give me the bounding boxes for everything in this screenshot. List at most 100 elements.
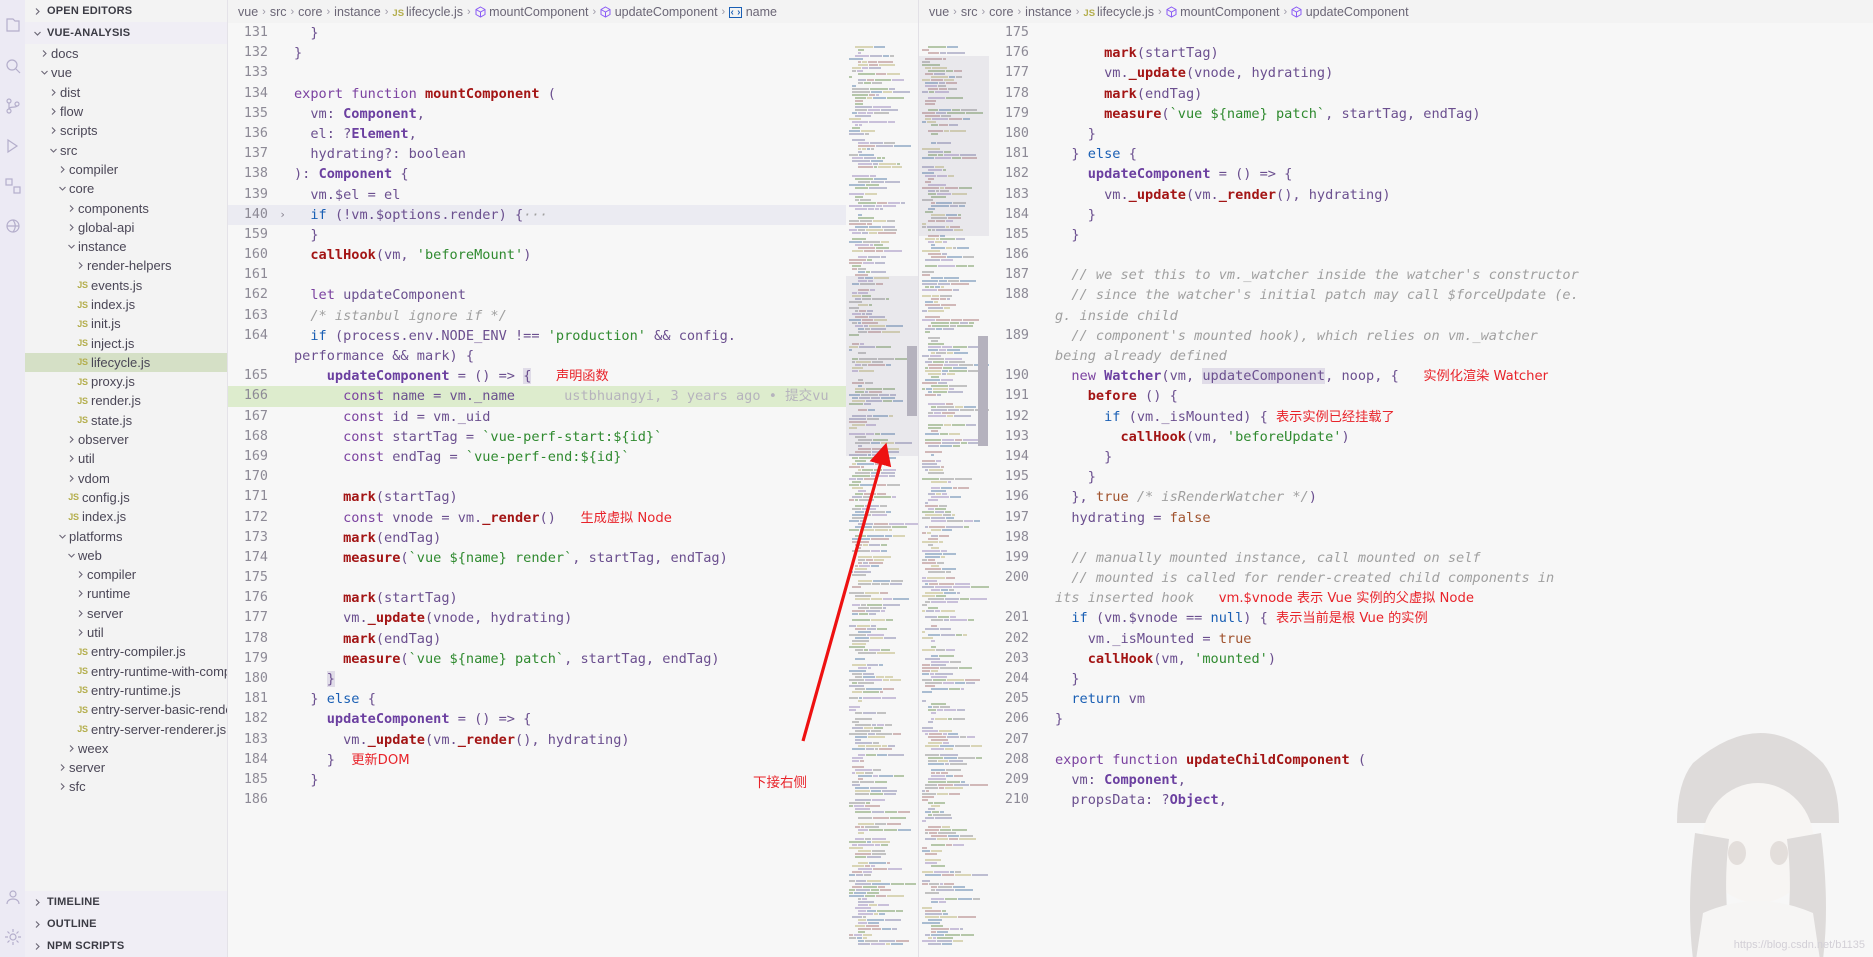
code-line[interactable]: 139 vm.$el = el [228, 185, 918, 205]
tree-folder-web[interactable]: web [25, 546, 227, 565]
code-line[interactable]: 135 vm: Component, [228, 104, 918, 124]
tree-folder-core[interactable]: core [25, 179, 227, 198]
code-line[interactable]: 177 vm._update(vnode, hydrating) [989, 63, 1873, 83]
breadcrumb-item[interactable]: updateComponent [600, 5, 718, 19]
code-line[interactable]: 182 updateComponent = () => { [989, 164, 1873, 184]
tree-file-lifecycle.js[interactable]: JS lifecycle.js [25, 352, 227, 373]
fold-indicator[interactable]: › [276, 205, 289, 225]
tree-folder-dist[interactable]: dist [25, 83, 227, 102]
code-line[interactable]: 166 const name = vm._name ustbhuangyi, 3… [228, 386, 918, 407]
code-line[interactable]: 184 } 更新DOM [228, 750, 918, 770]
breadcrumb-item[interactable]: vue [238, 5, 258, 19]
tree-folder-server[interactable]: server [25, 758, 227, 777]
code-line[interactable]: 189 // component's mounted hook), which … [989, 326, 1873, 366]
timeline-section[interactable]: TIMELINE [25, 891, 227, 913]
tree-folder-scripts[interactable]: scripts [25, 121, 227, 140]
tree-folder-weex[interactable]: weex [25, 739, 227, 758]
code-line[interactable]: 162 let updateComponent [228, 285, 918, 305]
tree-folder-instance[interactable]: instance [25, 237, 227, 256]
code-line[interactable]: 131 } [228, 23, 918, 43]
code-line[interactable]: 191 before () { [989, 386, 1873, 406]
code-line[interactable]: 137 hydrating?: boolean [228, 144, 918, 164]
breadcrumb-item[interactable]: vue [929, 5, 949, 19]
tree-file-state.js[interactable]: JS state.js [25, 411, 227, 430]
tree-folder-render-helpers[interactable]: render-helpers [25, 256, 227, 275]
code-line[interactable]: 200 // mounted is called for render-crea… [989, 568, 1873, 608]
code-line[interactable]: 132} [228, 43, 918, 63]
tree-file-render.js[interactable]: JS render.js [25, 391, 227, 410]
source-control-icon[interactable] [2, 86, 24, 126]
code-line[interactable]: 180 } [228, 669, 918, 689]
code-line[interactable]: 210 propsData: ?Object, [989, 790, 1873, 810]
tree-folder-global-api[interactable]: global-api [25, 218, 227, 237]
tree-folder-vdom[interactable]: vdom [25, 469, 227, 488]
tree-folder-sfc[interactable]: sfc [25, 777, 227, 796]
breadcrumb-item[interactable]: src [961, 5, 978, 19]
code-line[interactable]: 134 export function mountComponent ( [228, 84, 918, 104]
code-line[interactable]: 179 measure(`vue ${name} patch`, startTa… [989, 104, 1873, 124]
breadcrumb-item[interactable]: name [729, 5, 777, 19]
code-line[interactable]: 178 mark(endTag) [228, 629, 918, 649]
code-line[interactable]: 179 measure(`vue ${name} patch`, startTa… [228, 649, 918, 669]
tree-folder-platforms[interactable]: platforms [25, 526, 227, 545]
code-line[interactable]: 165 updateComponent = () => { 声明函数 [228, 366, 918, 386]
file-tree[interactable]: docs vue dist flow scripts src compiler core com… [25, 44, 227, 891]
breadcrumb-item[interactable]: JS lifecycle.js [392, 5, 463, 19]
scrollbar-right[interactable] [977, 46, 989, 957]
tree-file-inject.js[interactable]: JS inject.js [25, 333, 227, 352]
breadcrumb-item[interactable]: src [270, 5, 287, 19]
tree-folder-compiler[interactable]: compiler [25, 160, 227, 179]
code-line[interactable]: 133 [228, 63, 918, 83]
tree-file-entry-runtime-with-compiler.js[interactable]: JSentry-runtime-with-compiler.js [25, 662, 227, 681]
code-line[interactable]: 184 } [989, 205, 1873, 225]
code-line[interactable]: 208 export function updateChildComponent … [989, 750, 1873, 770]
code-line[interactable]: 176 mark(startTag) [989, 43, 1873, 63]
code-line[interactable]: 182 updateComponent = () => { [228, 709, 918, 729]
breadcrumb-item[interactable]: JS lifecycle.js [1083, 5, 1154, 19]
code-line[interactable]: 203 callHook(vm, 'mounted') [989, 649, 1873, 669]
code-line[interactable]: 186 [228, 790, 918, 810]
code-line[interactable]: 169 const endTag = `vue-perf-end:${id}` [228, 447, 918, 467]
tree-file-proxy.js[interactable]: JS proxy.js [25, 372, 227, 391]
breadcrumb-item[interactable]: updateComponent [1291, 5, 1409, 19]
code-line[interactable]: 196 }, true /* isRenderWatcher */) [989, 487, 1873, 507]
code-line[interactable]: 201 if (vm.$vnode == null) { 表示当前是根 Vue … [989, 608, 1873, 628]
tree-file-init.js[interactable]: JS init.js [25, 314, 227, 333]
breadcrumb-item[interactable]: instance [334, 5, 381, 19]
tree-folder-components[interactable]: components [25, 198, 227, 217]
project-section[interactable]: VUE-ANALYSIS [25, 22, 227, 44]
breadcrumb-right[interactable]: vue › src › core › instance › JS lifecycle.js › mo… [919, 0, 1873, 23]
code-line[interactable]: 168 const startTag = `vue-perf-start:${i… [228, 427, 918, 447]
breadcrumb-item[interactable]: core [298, 5, 322, 19]
tree-file-config.js[interactable]: JS config.js [25, 488, 227, 507]
code-line[interactable]: 173 mark(endTag) [228, 528, 918, 548]
tree-folder-flow[interactable]: flow [25, 102, 227, 121]
tree-folder-server[interactable]: server [25, 604, 227, 623]
code-line[interactable]: 180 } [989, 124, 1873, 144]
code-line[interactable]: 140 › if (!vm.$options.render) {··· [228, 204, 918, 225]
explorer-icon[interactable] [2, 6, 24, 46]
settings-gear-icon[interactable] [2, 917, 24, 957]
breadcrumb-left[interactable]: vue › src › core › instance › JS lifecycle.js › mo… [228, 0, 918, 23]
code-line[interactable]: 185 } [228, 770, 918, 790]
extensions-icon[interactable] [2, 166, 24, 206]
code-line[interactable]: 177 vm._update(vnode, hydrating) [228, 608, 918, 628]
code-line[interactable]: 171 mark(startTag) [228, 487, 918, 507]
tree-file-entry-compiler.js[interactable]: JS entry-compiler.js [25, 642, 227, 661]
code-line[interactable]: 206} [989, 709, 1873, 729]
code-line[interactable]: 204 } [989, 669, 1873, 689]
code-line[interactable]: 202 vm._isMounted = true [989, 629, 1873, 649]
code-line[interactable]: 209 vm: Component, [989, 770, 1873, 790]
tree-folder-src[interactable]: src [25, 140, 227, 159]
code-line[interactable]: 138): Component { [228, 164, 918, 184]
tree-file-index.js[interactable]: JS index.js [25, 507, 227, 526]
breadcrumb-item[interactable]: core [989, 5, 1013, 19]
tree-folder-util[interactable]: util [25, 623, 227, 642]
code-line[interactable]: 207 [989, 730, 1873, 750]
code-line[interactable]: 195 } [989, 467, 1873, 487]
code-line[interactable]: 181 } else { [228, 689, 918, 709]
tree-folder-observer[interactable]: observer [25, 430, 227, 449]
code-line[interactable]: 176 mark(startTag) [228, 588, 918, 608]
scrollbar-left[interactable] [906, 46, 918, 957]
outline-section[interactable]: OUTLINE [25, 913, 227, 935]
